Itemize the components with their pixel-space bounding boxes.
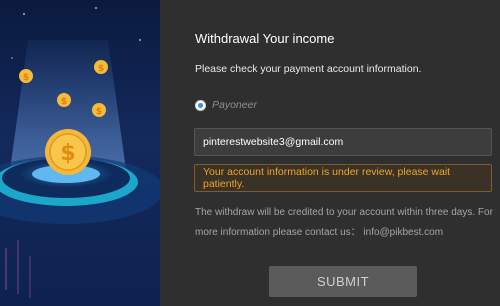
dollar-coin-icon: $ (92, 103, 106, 117)
email-field[interactable] (194, 128, 492, 156)
info-text: The withdraw will be credited to your ac… (195, 203, 495, 243)
svg-text:$: $ (60, 141, 75, 166)
withdrawal-panel: Withdrawal Your income Please check your… (160, 0, 500, 306)
radio-selected-icon[interactable] (195, 99, 206, 111)
payment-method-option[interactable]: Payoneer (195, 99, 257, 111)
instruction-text: Please check your payment account inform… (195, 63, 422, 75)
review-notice-text: Your account information is under review… (203, 166, 451, 190)
submit-button[interactable]: SUBMIT (269, 266, 417, 297)
info-line: more information please contact us： info… (195, 227, 444, 238)
info-line: The withdraw will be credited to your ac… (195, 207, 493, 218)
coin-stage-graphic: $ $ $ $ $ (0, 7, 160, 298)
dollar-coin-icon: $ (19, 69, 33, 83)
svg-text:$: $ (61, 97, 67, 107)
page-title: Withdrawal Your income (195, 31, 335, 46)
dollar-coin-icon: $ (57, 93, 71, 107)
svg-text:$: $ (98, 64, 104, 74)
dollar-coin-icon: $ (94, 60, 108, 74)
payment-method-label: Payoneer (212, 99, 257, 111)
svg-text:$: $ (23, 73, 29, 83)
svg-text:$: $ (96, 107, 102, 117)
income-illustration: $ $ $ $ $ (0, 0, 160, 306)
review-notice: Your account information is under review… (194, 164, 492, 192)
